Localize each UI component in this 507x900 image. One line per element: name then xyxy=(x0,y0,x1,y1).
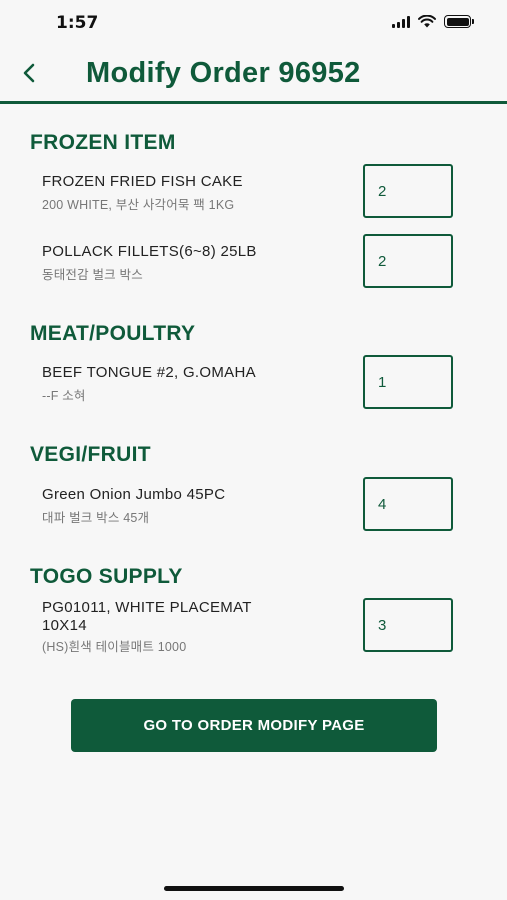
item-subtitle: (HS)흰색 테이블매트 1000 xyxy=(42,640,187,654)
section-title-togo: TOGO SUPPLY xyxy=(30,565,183,588)
status-icons xyxy=(392,15,474,28)
header: Modify Order 96952 xyxy=(0,48,507,104)
home-indicator xyxy=(164,886,344,891)
item-subtitle: 200 WHITE, 부산 사각어묵 팩 1KG xyxy=(42,198,235,212)
back-button[interactable] xyxy=(14,58,44,88)
section-title-vegi: VEGI/FRUIT xyxy=(30,443,151,466)
item-subtitle: 동태전감 벌크 박스 xyxy=(42,268,143,282)
quantity-input[interactable]: 1 xyxy=(363,355,453,409)
item-name: FROZEN FRIED FISH CAKE xyxy=(42,173,243,190)
quantity-input[interactable]: 4 xyxy=(363,477,453,531)
section-title-meat: MEAT/POULTRY xyxy=(30,322,196,345)
cellular-signal-icon xyxy=(392,15,410,28)
item-subtitle: 대파 벌크 박스 45개 xyxy=(42,511,150,525)
page-title: Modify Order 96952 xyxy=(86,57,361,89)
quantity-input[interactable]: 2 xyxy=(363,164,453,218)
back-chevron-icon xyxy=(23,63,35,83)
item-name: Green Onion Jumbo 45PC xyxy=(42,486,226,503)
quantity-input[interactable]: 3 xyxy=(363,598,453,652)
item-subtitle: --F 소혀 xyxy=(42,389,86,403)
status-time: 1:57 xyxy=(56,13,99,33)
go-to-order-modify-button[interactable]: GO TO ORDER MODIFY PAGE xyxy=(71,699,437,752)
item-name-line-1: PG01011, WHITE PLACEMAT xyxy=(42,599,252,616)
wifi-icon xyxy=(418,15,436,28)
item-name: BEEF TONGUE #2, G.OMAHA xyxy=(42,364,256,381)
item-name-line-2: 10X14 xyxy=(42,617,87,634)
item-name: POLLACK FILLETS(6~8) 25LB xyxy=(42,243,257,260)
battery-icon xyxy=(444,15,474,28)
status-bar: 1:57 xyxy=(0,0,507,48)
quantity-input[interactable]: 2 xyxy=(363,234,453,288)
section-title-frozen: FROZEN ITEM xyxy=(30,131,176,154)
